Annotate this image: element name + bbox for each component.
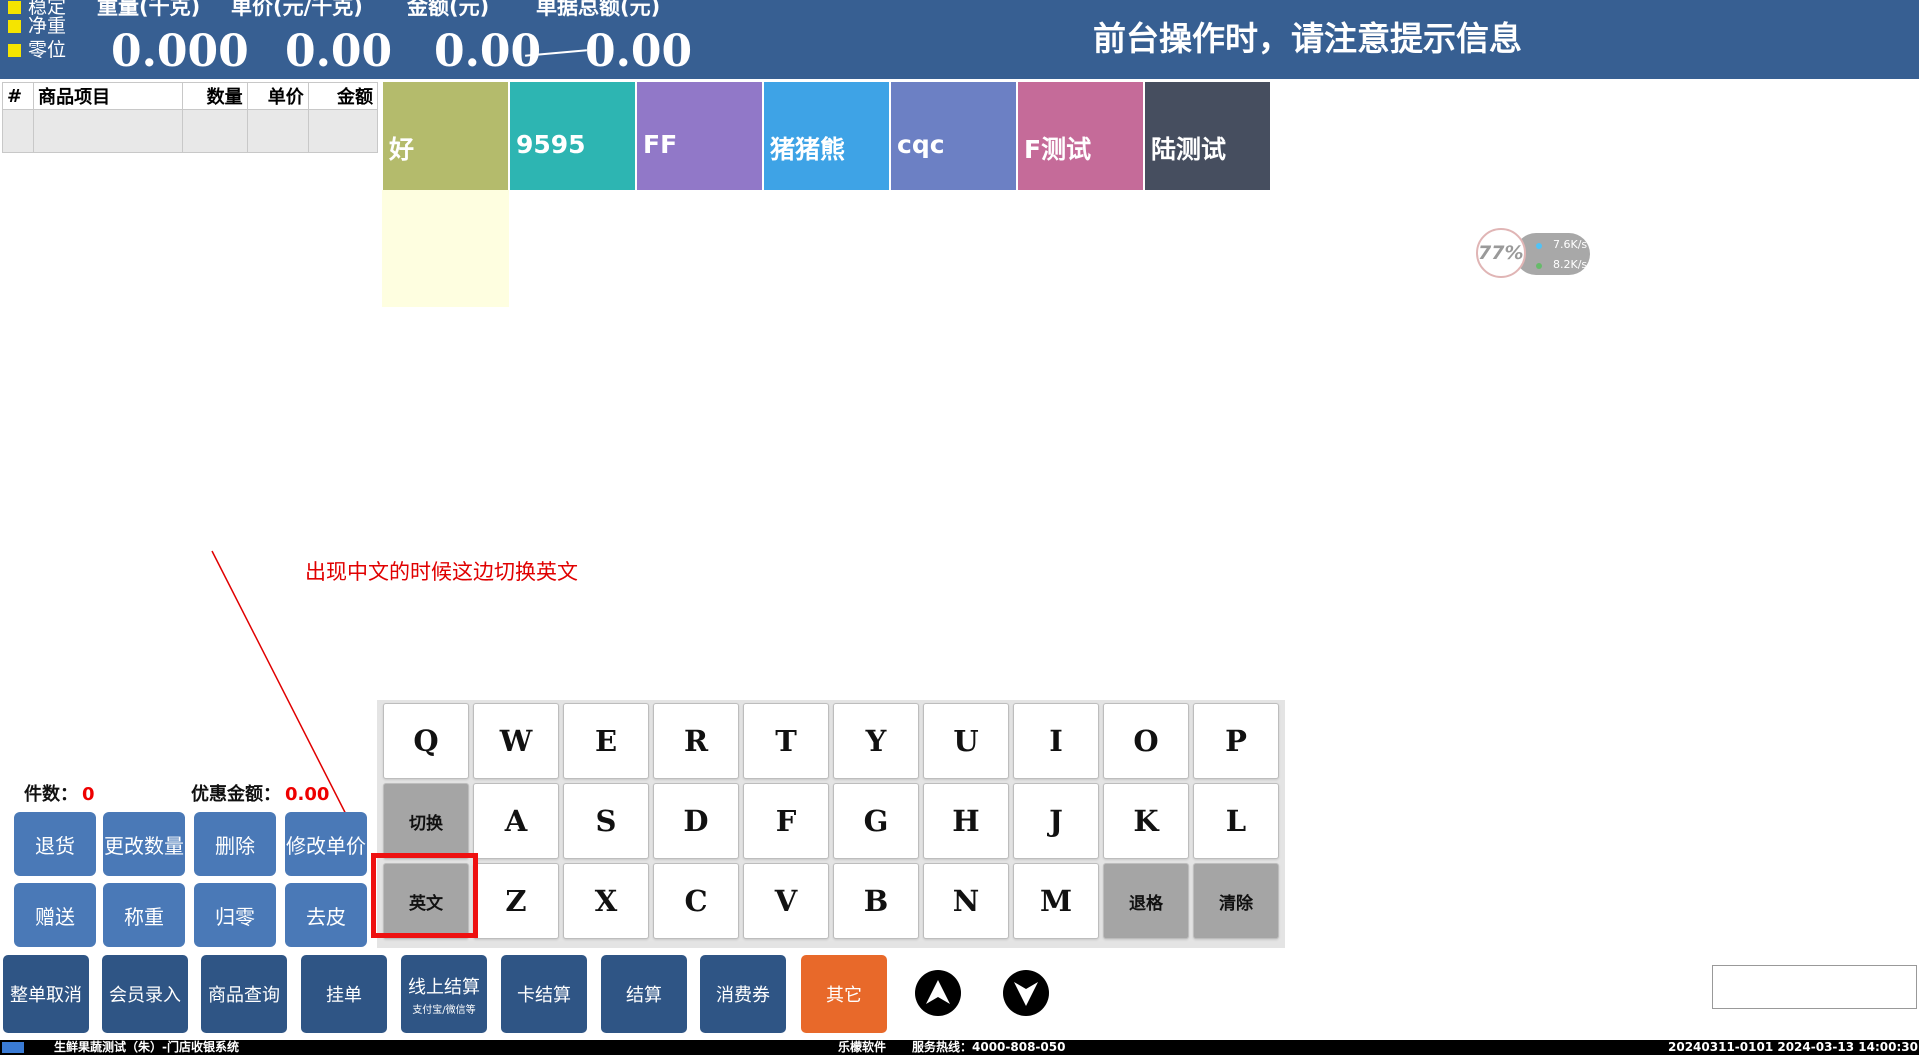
item-count-value: 0	[82, 784, 95, 805]
key-m[interactable]: M	[1013, 863, 1099, 939]
indicator-zero: 零位	[8, 39, 66, 61]
arrow-down-icon[interactable]	[1003, 970, 1049, 1016]
key-j[interactable]: J	[1013, 783, 1099, 859]
member-entry-button[interactable]: 会员录入	[102, 955, 188, 1033]
edit-price-button[interactable]: 修改单价	[285, 812, 367, 876]
category-tile[interactable]: 猪猪熊	[764, 82, 889, 190]
amount-value: 0.00	[434, 26, 542, 77]
indicator-net: 净重	[8, 15, 66, 37]
status-bar: 生鲜果蔬测试（朱）-门店收银系统 乐檬软件 服务热线：4000-808-050 …	[0, 1040, 1919, 1055]
card-payment-button[interactable]: 卡结算	[501, 955, 587, 1033]
hold-order-button[interactable]: 挂单	[301, 955, 387, 1033]
key-y[interactable]: Y	[833, 703, 919, 779]
backspace-key[interactable]: 退格	[1103, 863, 1189, 939]
key-e[interactable]: E	[563, 703, 649, 779]
header-bar: 稳定 净重 零位 重量(千克) 单价(元/千克) 金额(元) 单据总额(元) 0…	[0, 0, 1919, 79]
weight-value: 0.000	[111, 26, 249, 77]
key-b[interactable]: B	[833, 863, 919, 939]
key-o[interactable]: O	[1103, 703, 1189, 779]
cancel-order-button[interactable]: 整单取消	[3, 955, 89, 1033]
key-l[interactable]: L	[1193, 783, 1279, 859]
key-p[interactable]: P	[1193, 703, 1279, 779]
key-f[interactable]: F	[743, 783, 829, 859]
tare-button[interactable]: 去皮	[285, 883, 367, 947]
delete-button[interactable]: 删除	[194, 812, 276, 876]
col-amount: 金额	[307, 82, 379, 110]
unit-price-label: 单价(元/千克)	[231, 0, 363, 19]
category-tile[interactable]: FF	[637, 82, 762, 190]
key-k[interactable]: K	[1103, 783, 1189, 859]
return-button[interactable]: 退货	[14, 812, 96, 876]
category-empty-slot	[382, 190, 509, 307]
switch-key[interactable]: 切换	[383, 783, 469, 859]
key-i[interactable]: I	[1013, 703, 1099, 779]
receipt-total-value: 0.00	[585, 26, 693, 77]
other-button[interactable]: 其它	[801, 955, 887, 1033]
online-payment-subtitle: 支付宝/微信等	[412, 1004, 476, 1016]
download-speed: 8.2K/s	[1553, 258, 1588, 271]
key-q[interactable]: Q	[383, 703, 469, 779]
key-n[interactable]: N	[923, 863, 1009, 939]
key-c[interactable]: C	[653, 863, 739, 939]
key-t[interactable]: T	[743, 703, 829, 779]
upload-speed: 7.6K/s	[1553, 238, 1588, 251]
amount-label: 金额(元)	[407, 0, 490, 19]
key-a[interactable]: A	[473, 783, 559, 859]
zero-button[interactable]: 归零	[194, 883, 276, 947]
vendor-name: 乐檬软件	[838, 1040, 887, 1054]
receipt-total-label: 单据总额(元)	[536, 0, 661, 19]
key-u[interactable]: U	[923, 703, 1009, 779]
key-s[interactable]: S	[563, 783, 649, 859]
online-payment-button[interactable]: 线上结算 支付宝/微信等	[401, 955, 487, 1033]
clear-key[interactable]: 清除	[1193, 863, 1279, 939]
key-x[interactable]: X	[563, 863, 649, 939]
product-search-button[interactable]: 商品查询	[201, 955, 287, 1033]
category-tile[interactable]: 9595	[510, 82, 635, 190]
change-qty-button[interactable]: 更改数量	[103, 812, 185, 876]
col-index: #	[1, 82, 35, 110]
app-logo-icon	[2, 1042, 24, 1053]
operation-notice: 前台操作时，请注意提示信息	[1093, 19, 1522, 58]
upload-dot-icon	[1536, 243, 1542, 249]
annotation-text: 出现中文的时候这边切换英文	[305, 560, 578, 584]
weight-label: 重量(千克)	[97, 0, 201, 19]
scan-input[interactable]	[1712, 965, 1917, 1009]
key-z[interactable]: Z	[473, 863, 559, 939]
item-count: 件数： 0	[24, 784, 95, 805]
arrow-up-icon[interactable]	[915, 970, 961, 1016]
download-dot-icon	[1536, 263, 1542, 269]
col-price: 单价	[246, 82, 309, 110]
discount-amount: 优惠金额： 0.00	[191, 784, 330, 805]
key-h[interactable]: H	[923, 783, 1009, 859]
memory-percent: 77%	[1478, 242, 1524, 264]
checkout-button[interactable]: 结算	[601, 955, 687, 1033]
coupon-button[interactable]: 消费券	[700, 955, 786, 1033]
zero-light-icon	[8, 44, 21, 57]
gift-button[interactable]: 赠送	[14, 883, 96, 947]
store-name: 生鲜果蔬测试（朱）-门店收银系统	[54, 1040, 239, 1054]
weigh-button[interactable]: 称重	[103, 883, 185, 947]
unit-price-value: 0.00	[285, 26, 393, 77]
col-item: 商品项目	[33, 82, 184, 110]
category-tile[interactable]: 陆测试	[1145, 82, 1270, 190]
terminal-info: 20240311-0101 2024-03-13 14:00:30	[1668, 1040, 1918, 1054]
category-tile[interactable]: 好	[383, 82, 508, 190]
key-r[interactable]: R	[653, 703, 739, 779]
category-tile[interactable]: F测试	[1018, 82, 1143, 190]
discount-value: 0.00	[285, 784, 330, 805]
col-qty: 数量	[182, 82, 248, 110]
table-row[interactable]	[1, 109, 379, 153]
category-tile[interactable]: cqc	[891, 82, 1016, 190]
key-g[interactable]: G	[833, 783, 919, 859]
net-light-icon	[8, 20, 21, 33]
key-v[interactable]: V	[743, 863, 829, 939]
goods-table: # 商品项目 数量 单价 金额	[1, 82, 379, 153]
stable-light-icon	[8, 1, 21, 14]
service-hotline: 服务热线：4000-808-050	[912, 1040, 1066, 1054]
key-d[interactable]: D	[653, 783, 739, 859]
network-speed-widget[interactable]: 7.6K/s 8.2K/s 77%	[1471, 220, 1594, 278]
key-w[interactable]: W	[473, 703, 559, 779]
annotation-highlight-box	[371, 853, 478, 938]
